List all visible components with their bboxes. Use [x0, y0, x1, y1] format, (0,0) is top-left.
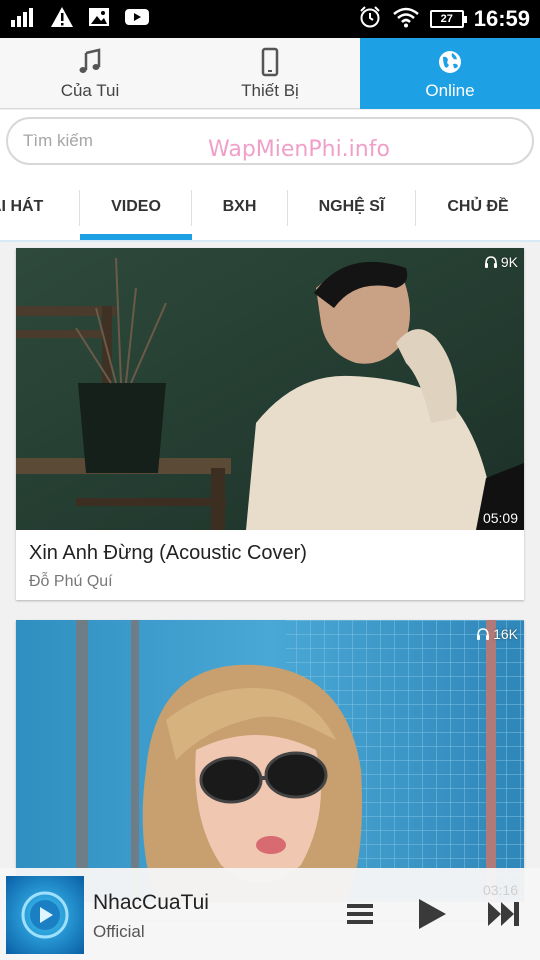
next-button[interactable] — [484, 894, 524, 934]
alarm-icon — [358, 5, 382, 34]
tab-video[interactable]: VIDEO — [80, 174, 192, 240]
player-subtitle: Official — [93, 922, 145, 941]
wifi-icon — [392, 6, 420, 33]
tab-bxh[interactable]: BXH — [192, 174, 287, 240]
phone-icon — [261, 47, 279, 76]
alert-icon — [50, 6, 74, 33]
status-bar: 27 16:59 — [0, 0, 540, 38]
player-title[interactable]: NhacCuaTui — [93, 891, 209, 915]
status-right: 27 16:59 — [358, 5, 530, 33]
clock-time: 16:59 — [473, 6, 530, 31]
video-card[interactable]: 9K 05:09 Xin Anh Đừng (Acoustic Cover) Đ… — [16, 248, 524, 600]
tab-label: Của Tui — [60, 80, 120, 100]
views-label: 9K — [500, 254, 518, 270]
music-note-icon — [79, 47, 101, 73]
headphones-icon — [477, 628, 490, 640]
youtube-icon — [124, 7, 150, 32]
view-count: 9K — [484, 254, 518, 270]
watermark-text: WapMienPhi.info — [208, 137, 390, 162]
next-icon — [488, 902, 519, 926]
tab-online[interactable]: Online — [360, 38, 540, 109]
tab-label: Online — [425, 80, 475, 100]
signal-icon — [10, 6, 36, 33]
image-icon — [88, 7, 110, 32]
tab-nghe-si[interactable]: NGHỆ SĨ — [288, 174, 415, 240]
tab-bai-hat[interactable]: AI HÁT — [0, 174, 62, 240]
thumbnail-image — [16, 620, 524, 902]
video-artist[interactable]: Đỗ Phú Quí — [29, 573, 524, 591]
play-button[interactable] — [412, 894, 452, 934]
playlist-button[interactable] — [340, 894, 380, 934]
player-artwork[interactable] — [6, 876, 84, 954]
video-thumbnail[interactable]: 9K 05:09 — [16, 248, 524, 530]
headphones-icon — [484, 256, 497, 268]
status-left — [10, 6, 150, 33]
playlist-icon — [347, 904, 373, 924]
mini-player[interactable]: 03:16 NhacCuaTui Official — [0, 868, 540, 960]
view-count: 16K — [476, 626, 518, 642]
video-thumbnail[interactable]: 16K — [16, 620, 524, 902]
globe-icon — [439, 50, 461, 73]
video-duration: 05:09 — [482, 510, 518, 526]
views-label: 16K — [493, 626, 518, 642]
tab-thiet-bi[interactable]: Thiết Bị — [180, 38, 360, 109]
battery-icon: 27 — [429, 10, 467, 28]
play-icon — [419, 899, 446, 929]
tab-cua-tui[interactable]: Của Tui — [0, 38, 180, 109]
top-tab-bar: Của Tui Thiết Bị Online — [0, 38, 540, 109]
video-title[interactable]: Xin Anh Đừng (Acoustic Cover) — [29, 542, 524, 565]
category-tab-bar: AI HÁT VIDEO BXH NGHỆ SĨ CHỦ ĐỀ — [0, 174, 540, 242]
tab-label: Thiết Bị — [241, 80, 299, 100]
thumbnail-image — [16, 248, 524, 530]
video-list[interactable]: 9K 05:09 Xin Anh Đừng (Acoustic Cover) Đ… — [0, 244, 540, 960]
tab-chu-de[interactable]: CHỦ ĐỀ — [416, 174, 540, 240]
